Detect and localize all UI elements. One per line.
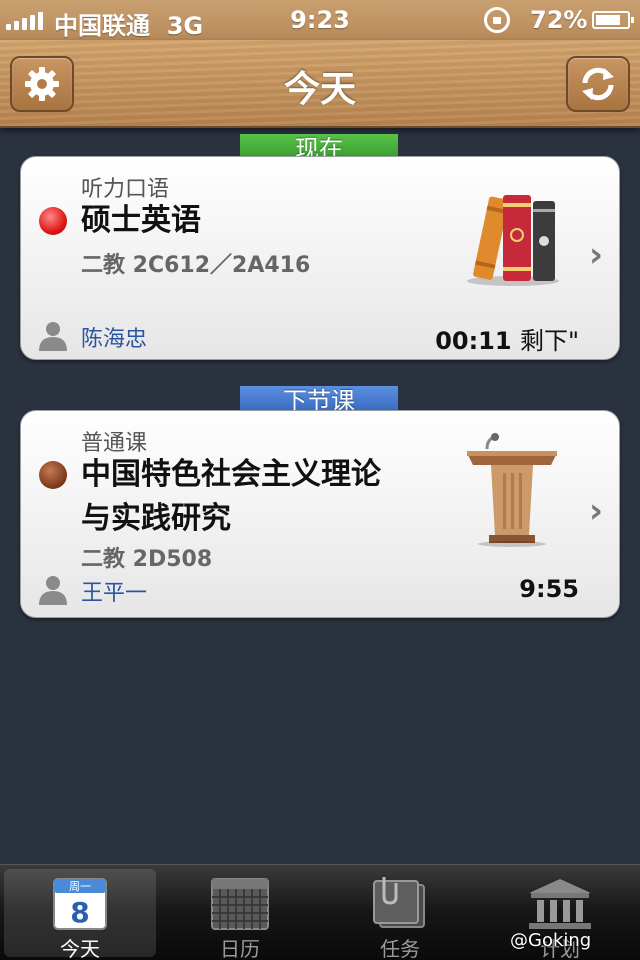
today-calendar-icon: 周一 8 [53, 878, 107, 930]
person-icon [39, 576, 67, 605]
class-name-line-1: 中国特色社会主义理论 [81, 457, 381, 492]
lectern-icon [467, 433, 557, 547]
tasks-icon [373, 877, 425, 928]
status-bar: 中国联通 3G 9:23 72% [0, 0, 640, 40]
current-class-card[interactable]: 听力口语 硕士英语 二教 2C612／2A416 › 陈海忠 00:11 剩下" [20, 156, 620, 360]
rotation-lock-icon [484, 7, 510, 33]
tab-calendar-label: 日历 [220, 937, 260, 960]
class-type: 听力口语 [81, 177, 170, 202]
tab-today-label: 今天 [60, 937, 100, 960]
time-remaining: 00:11 剩下" [435, 327, 579, 355]
next-class-card[interactable]: 普通课 中国特色社会主义理论 与实践研究 二教 2D508 › 王平一 9:55 [20, 410, 620, 618]
status-dot [39, 461, 67, 489]
class-name-line-2: 与实践研究 [81, 501, 231, 536]
chevron-right-icon: › [588, 491, 603, 531]
tab-tasks[interactable]: 任务 [324, 869, 476, 960]
tab-tasks-label: 任务 [380, 937, 420, 960]
class-type: 普通课 [81, 431, 148, 456]
battery-icon [592, 11, 634, 29]
class-name: 硕士英语 [81, 203, 201, 238]
plan-building-icon [529, 879, 591, 929]
watermark: @Goking [510, 930, 592, 951]
tab-today[interactable]: 周一 8 今天 [4, 869, 156, 960]
refresh-button[interactable] [566, 56, 630, 112]
chevron-right-icon: › [588, 235, 603, 275]
classroom: 二教 2C612／2A416 [81, 253, 311, 278]
teacher-name: 陈海忠 [81, 327, 148, 352]
calendar-day: 8 [70, 896, 89, 929]
page-title: 今天 [283, 69, 356, 110]
tab-calendar[interactable]: 日历 [164, 869, 316, 960]
status-dot [39, 207, 67, 235]
navigation-bar: 今天 [0, 40, 640, 128]
books-icon [467, 195, 559, 286]
teacher-name: 王平一 [81, 581, 148, 606]
calendar-grid-icon [211, 878, 269, 930]
calendar-weekday: 周一 [69, 880, 91, 893]
start-time: 9:55 [519, 575, 579, 603]
refresh-icon [582, 67, 614, 101]
person-icon [39, 322, 67, 351]
classroom: 二教 2D508 [81, 547, 213, 572]
battery-percentage: 72% [530, 6, 588, 34]
